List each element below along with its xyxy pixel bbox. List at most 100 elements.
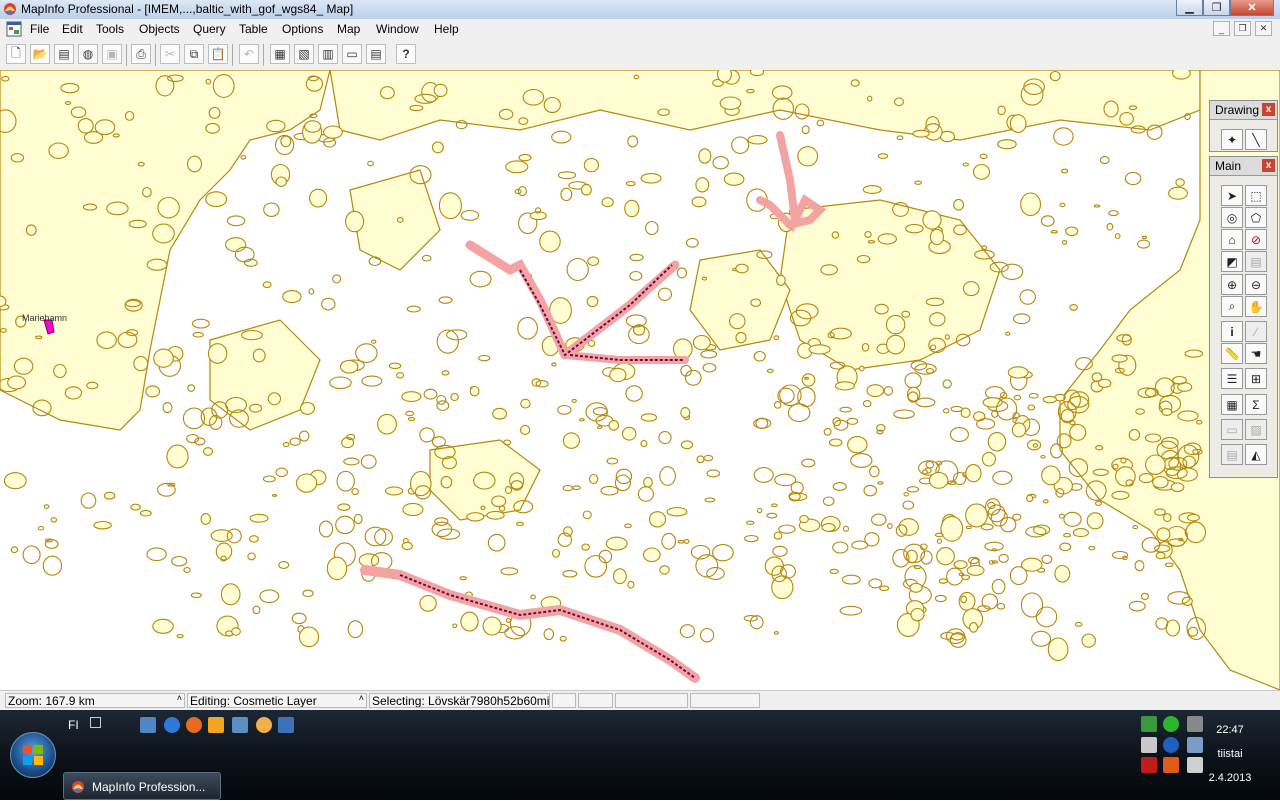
sum-tool[interactable]: Σ [1245,394,1267,415]
islet [839,406,852,413]
tray-c-app-icon[interactable] [1163,737,1179,753]
new-table-button[interactable]: 🗋 [6,44,26,64]
open-table-button[interactable]: 📂 [30,44,50,64]
zoom-in-tool[interactable]: ⊕ [1221,274,1243,295]
menu-help[interactable]: Help [434,22,459,36]
language-bar-restore-icon[interactable] [90,717,101,728]
taskbar-mapinfo-button[interactable]: MapInfo Profession... [63,772,221,800]
islet [583,157,600,173]
drag-map-tool[interactable]: ☚ [1245,343,1267,364]
tray-tools-icon[interactable] [1141,737,1157,753]
show-statistics-tool[interactable]: ▦ [1221,394,1243,415]
islet [942,408,950,414]
menu-map[interactable]: Map [337,22,360,36]
new-redistrict-button[interactable]: ▤ [366,44,386,64]
islet [487,533,506,552]
change-view-tool[interactable]: ⌕ [1221,296,1243,317]
radius-select-tool[interactable]: ◎ [1221,207,1243,228]
copy-button[interactable]: ⧉ [184,44,204,64]
islet [846,417,859,425]
doc-minimize-icon[interactable]: _ [1213,21,1230,36]
polygon-select-tool[interactable]: ⬠ [1245,207,1267,228]
boundary-select-tool[interactable]: ⌂ [1221,229,1243,250]
menu-table[interactable]: Table [239,22,268,36]
system-clock[interactable]: 22:47 tiistai 2.4.2013 [1200,724,1260,796]
islet [704,497,716,503]
scale-bar-tool[interactable]: ⊞ [1245,368,1267,389]
islet [699,627,715,643]
menu-window[interactable]: Window [376,22,419,36]
clip-region-tool[interactable]: ▨ [1245,419,1267,440]
line-tool[interactable]: ╲ [1245,129,1267,150]
cut-icon: ✂ [164,47,176,61]
tray-antivirus-icon[interactable] [1141,757,1157,773]
islet [478,354,491,362]
menu-tools[interactable]: Tools [96,22,124,36]
new-layout-button[interactable]: ▭ [342,44,362,64]
tray-update-icon[interactable] [1163,716,1179,732]
islet [419,595,437,612]
firefox-icon[interactable] [186,717,202,733]
islet [220,583,241,606]
save-button[interactable]: ▣ [102,44,122,64]
menu-edit[interactable]: Edit [62,22,83,36]
cut-button[interactable]: ✂ [160,44,180,64]
map-window[interactable]: Mariehamn [0,70,1280,690]
grabber-tool[interactable]: ✋ [1245,296,1267,317]
unselect-all-tool[interactable]: ⊘ [1245,229,1267,250]
main-palette-header[interactable]: Main x [1210,157,1277,176]
drawing-palette-close-icon[interactable]: x [1262,103,1275,116]
drawing-palette-header[interactable]: Drawing x [1210,101,1277,120]
open-workspace-button[interactable]: ▤ [54,44,74,64]
new-mapper-button[interactable]: ▧ [294,44,314,64]
tray-sync-icon[interactable] [1141,716,1157,732]
info-tool[interactable]: i [1221,321,1243,342]
doc-restore-icon[interactable]: ❐ [1234,21,1251,36]
doc-close-icon[interactable]: ✕ [1255,21,1272,36]
invert-selection-tool[interactable]: ◩ [1221,251,1243,272]
map-canvas[interactable] [0,70,1280,690]
tray-battery-icon[interactable] [1163,757,1179,773]
menu-objects[interactable]: Objects [139,22,180,36]
layer-control-tool[interactable]: ☰ [1221,368,1243,389]
minimize-button[interactable]: ▁ [1176,0,1203,16]
select-tool[interactable]: ➤ [1221,185,1243,206]
chat-app-icon[interactable] [256,717,272,733]
menu-file[interactable]: File [30,22,49,36]
symbol-tool[interactable]: ✦ [1221,129,1243,150]
close-button[interactable]: ✕ [1230,0,1274,16]
print-button[interactable]: ⎙ [131,44,151,64]
restore-button[interactable]: ❐ [1203,0,1230,16]
selecting-status[interactable]: Selecting: Lövskär7980h52b60min [369,693,550,708]
remote-desktop-icon[interactable] [278,717,294,733]
main-palette-close-icon[interactable]: x [1262,159,1275,172]
graph-select-tool[interactable]: ▤ [1245,251,1267,272]
editing-status[interactable]: Editing: Cosmetic Layer ˄ [187,693,367,708]
islet [82,203,98,211]
menu-query[interactable]: Query [193,22,226,36]
language-indicator[interactable]: FI [68,718,79,732]
zoom-status[interactable]: Zoom: 167.9 km ˄ [5,693,185,708]
paste-button[interactable]: 📋 [208,44,228,64]
hotlink-tool[interactable]: ⁄ [1245,321,1267,342]
document-window-icon[interactable] [6,21,22,37]
media-player-icon[interactable] [208,717,224,733]
menu-options[interactable]: Options [282,22,323,36]
new-grapher-button[interactable]: ▥ [318,44,338,64]
open-dbms-button[interactable]: ◍ [78,44,98,64]
zoom-out-tool[interactable]: ⊖ [1245,274,1267,295]
help-button[interactable]: ? [396,44,416,64]
network-tool-icon[interactable] [232,717,248,733]
new-browser-button[interactable]: ▦ [270,44,290,64]
islet [421,254,432,262]
statistics-icon: ▦ [1226,397,1238,412]
show-desktop-icon[interactable] [140,717,156,733]
legend-tool[interactable]: ▤ [1221,444,1243,465]
undo-button[interactable]: ↶ [239,44,259,64]
label-tool[interactable]: ◭ [1245,444,1267,465]
drag-info-tool[interactable]: ▭ [1221,419,1243,440]
start-button[interactable] [10,732,56,778]
ruler-tool[interactable]: 📏 [1221,343,1243,364]
marquee-select-tool[interactable]: ⬚ [1245,185,1267,206]
internet-explorer-icon[interactable] [164,717,180,733]
